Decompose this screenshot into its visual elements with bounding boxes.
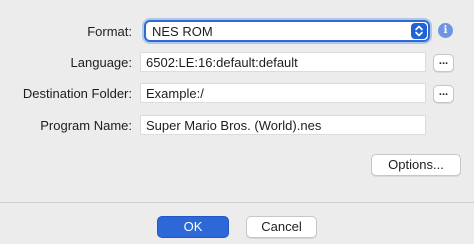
divider: [0, 202, 474, 203]
chevron-updown-icon: [411, 23, 427, 39]
destination-folder-label: Destination Folder:: [22, 86, 132, 101]
program-name-field[interactable]: Super Mario Bros. (World).nes: [140, 115, 426, 135]
language-label: Language:: [70, 55, 132, 70]
destination-browse-button[interactable]: ...: [433, 85, 454, 103]
format-label: Format:: [87, 24, 132, 39]
language-browse-button[interactable]: ...: [433, 54, 454, 72]
format-select-value: NES ROM: [152, 24, 213, 39]
format-select[interactable]: NES ROM: [144, 20, 430, 42]
destination-folder-field[interactable]: Example:/: [140, 83, 426, 103]
ok-button[interactable]: OK: [157, 216, 229, 238]
cancel-button[interactable]: Cancel: [246, 216, 317, 238]
program-name-label: Program Name:: [40, 118, 132, 133]
info-icon[interactable]: i: [438, 23, 453, 38]
language-field[interactable]: 6502:LE:16:default:default: [140, 52, 426, 72]
options-button[interactable]: Options...: [371, 154, 461, 176]
